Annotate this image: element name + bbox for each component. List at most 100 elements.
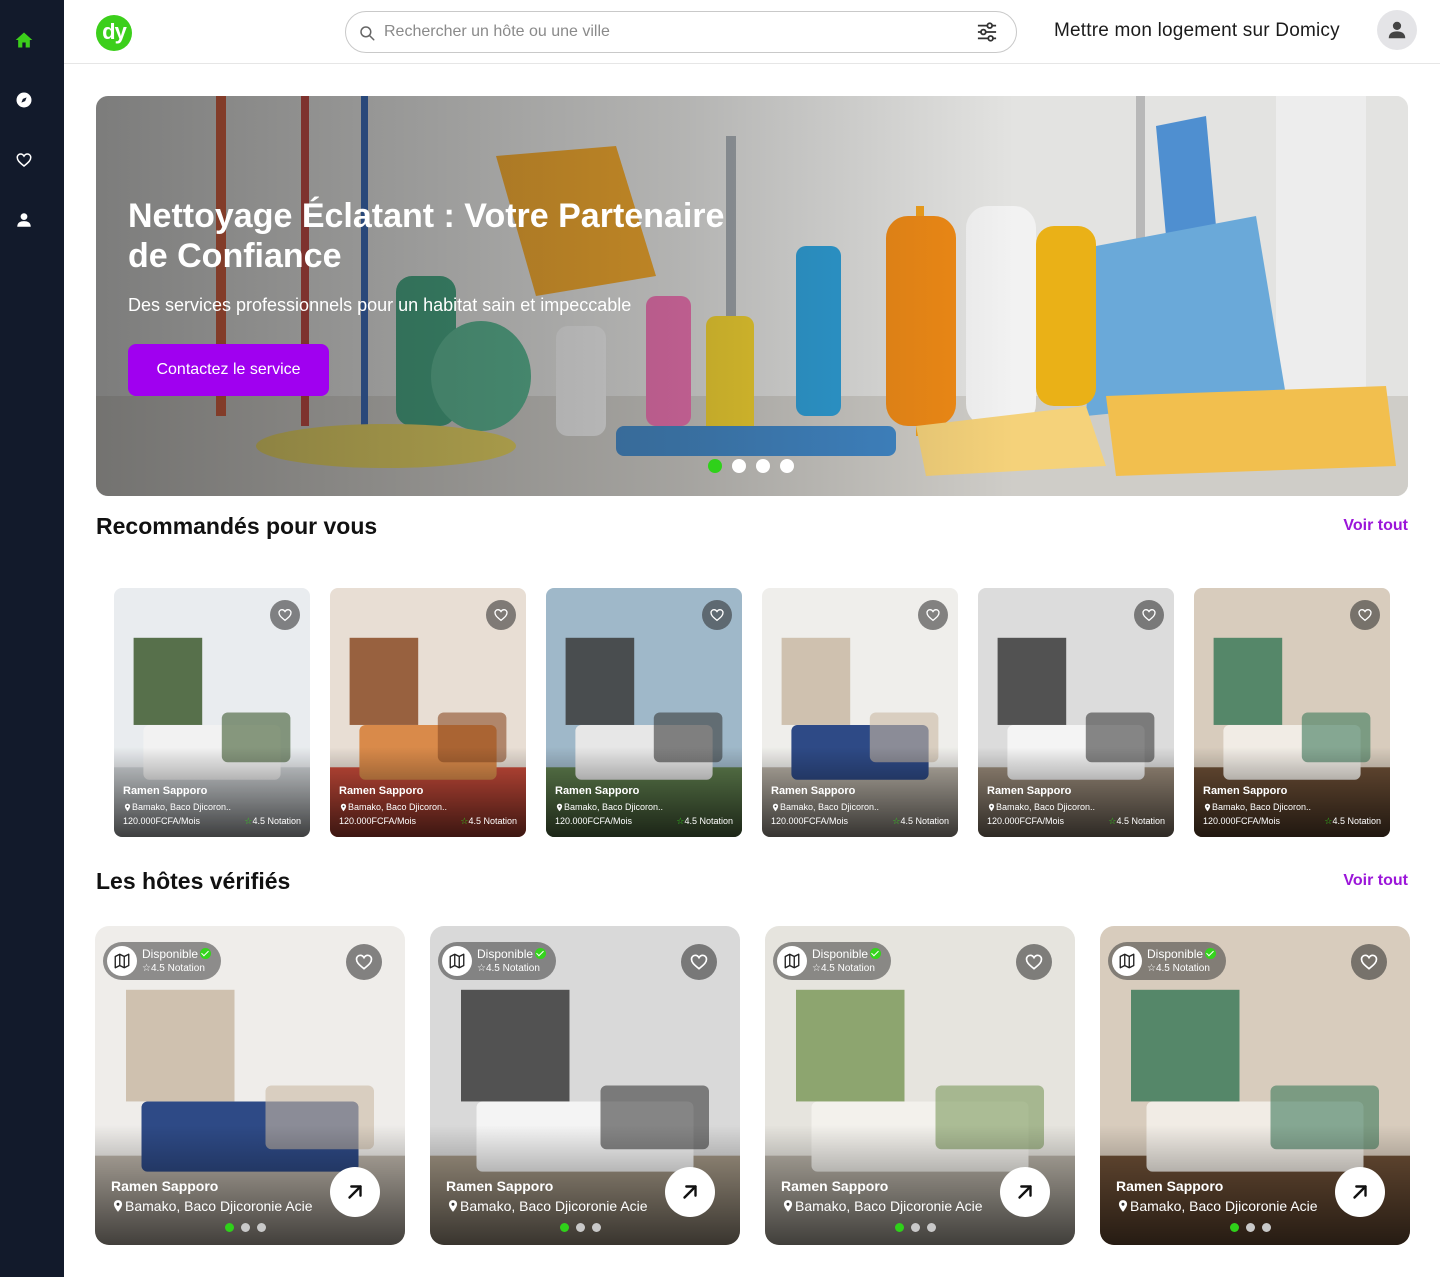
photo-dot[interactable] <box>1230 1223 1239 1232</box>
photo-dot[interactable] <box>895 1223 904 1232</box>
verified-host-card[interactable]: Disponible ☆4.5 Notation Ramen Sapporo B… <box>95 926 405 1245</box>
favorite-heart-icon[interactable] <box>1016 944 1052 980</box>
user-avatar-icon <box>1388 21 1406 39</box>
verified-hosts-see-all-link[interactable]: Voir tout <box>1343 872 1408 890</box>
card-location: Bamako, Baco Djicoron.. <box>771 802 879 812</box>
carousel-dot[interactable] <box>708 459 722 473</box>
recommended-card[interactable]: Ramen Sapporo Bamako, Baco Djicoron.. 12… <box>114 588 310 837</box>
card-location: Bamako, Baco Djicoronie Acie <box>781 1198 983 1214</box>
location-pin-icon <box>555 802 564 812</box>
hero-subtitle: Des services professionnels pour un habi… <box>128 295 632 315</box>
open-listing-button[interactable] <box>665 1167 715 1217</box>
host-rating: 4.5 Notation <box>820 963 875 974</box>
photo-dot[interactable] <box>257 1223 266 1232</box>
location-pin-icon <box>987 802 996 812</box>
location-pin-icon <box>339 802 348 812</box>
verified-hosts-section-title: Les hôtes vérifiés <box>96 868 291 894</box>
card-title: Ramen Sapporo <box>555 785 640 797</box>
favorite-heart-icon[interactable] <box>1350 600 1380 630</box>
host-rating: 4.5 Notation <box>485 963 540 974</box>
card-price: 120.000FCFA/Mois <box>771 816 849 826</box>
photo-dot[interactable] <box>241 1223 250 1232</box>
open-listing-button[interactable] <box>1335 1167 1385 1217</box>
list-property-link[interactable]: Mettre mon logement sur Domicy <box>1054 20 1340 42</box>
favorite-heart-icon[interactable] <box>1134 600 1164 630</box>
favorite-heart-icon[interactable] <box>1351 944 1387 980</box>
favorite-heart-icon[interactable] <box>681 944 717 980</box>
card-price: 120.000FCFA/Mois <box>1203 816 1281 826</box>
carousel-dot[interactable] <box>756 459 770 473</box>
recommended-card[interactable]: Ramen Sapporo Bamako, Baco Djicoron.. 12… <box>546 588 742 837</box>
favorite-heart-icon[interactable] <box>702 600 732 630</box>
map-icon[interactable] <box>1112 946 1142 976</box>
card-title: Ramen Sapporo <box>1116 1178 1224 1194</box>
card-location: Bamako, Baco Djicoronie Acie <box>111 1198 313 1214</box>
favorite-heart-icon[interactable] <box>346 944 382 980</box>
carousel-dot[interactable] <box>732 459 746 473</box>
map-icon[interactable] <box>107 946 137 976</box>
photo-dot[interactable] <box>592 1223 601 1232</box>
filter-icon[interactable] <box>976 22 998 47</box>
card-location: Bamako, Baco Djicoron.. <box>1203 802 1311 812</box>
map-icon[interactable] <box>442 946 472 976</box>
card-price: 120.000FCFA/Mois <box>987 816 1065 826</box>
heart-icon[interactable] <box>12 148 36 172</box>
verified-host-card[interactable]: Disponible ☆4.5 Notation Ramen Sapporo B… <box>430 926 740 1245</box>
availability-badge: Disponible ☆4.5 Notation <box>773 942 891 980</box>
recommended-card[interactable]: Ramen Sapporo Bamako, Baco Djicoron.. 12… <box>1194 588 1390 837</box>
search-bar[interactable] <box>345 11 1017 53</box>
search-input[interactable] <box>384 20 944 44</box>
open-listing-button[interactable] <box>330 1167 380 1217</box>
card-title: Ramen Sapporo <box>123 785 208 797</box>
recommended-card[interactable]: Ramen Sapporo Bamako, Baco Djicoron.. 12… <box>762 588 958 837</box>
arrow-up-right-icon <box>683 1185 697 1199</box>
card-title: Ramen Sapporo <box>1203 785 1288 797</box>
photo-dot[interactable] <box>1246 1223 1255 1232</box>
hero-banner: Nettoyage Éclatant : Votre Partenaire de… <box>96 96 1408 496</box>
star-icon: ☆ <box>812 963 821 974</box>
host-rating: 4.5 Notation <box>150 963 205 974</box>
photo-dot[interactable] <box>225 1223 234 1232</box>
card-title: Ramen Sapporo <box>339 785 424 797</box>
verified-check-icon <box>870 948 882 959</box>
location-pin-icon <box>446 1198 460 1214</box>
photo-dot[interactable] <box>1262 1223 1271 1232</box>
card-price: 120.000FCFA/Mois <box>339 816 417 826</box>
favorite-heart-icon[interactable] <box>486 600 516 630</box>
card-location: Bamako, Baco Djicoron.. <box>987 802 1095 812</box>
photo-dot[interactable] <box>911 1223 920 1232</box>
avatar[interactable] <box>1377 10 1417 50</box>
photo-dots <box>1230 1223 1271 1232</box>
favorite-heart-icon[interactable] <box>270 600 300 630</box>
logo[interactable]: dy <box>96 15 132 51</box>
home-icon[interactable] <box>12 28 36 52</box>
card-location: Bamako, Baco Djicoronie Acie <box>446 1198 648 1214</box>
map-icon[interactable] <box>777 946 807 976</box>
card-title: Ramen Sapporo <box>781 1178 889 1194</box>
location-pin-icon <box>771 802 780 812</box>
user-icon[interactable] <box>12 208 36 232</box>
compass-icon[interactable] <box>12 88 36 112</box>
recommended-card[interactable]: Ramen Sapporo Bamako, Baco Djicoron.. 12… <box>330 588 526 837</box>
star-icon: ☆ <box>477 963 486 974</box>
photo-dot[interactable] <box>576 1223 585 1232</box>
recommended-see-all-link[interactable]: Voir tout <box>1343 517 1408 535</box>
location-pin-icon <box>1203 802 1212 812</box>
recommended-card[interactable]: Ramen Sapporo Bamako, Baco Djicoron.. 12… <box>978 588 1174 837</box>
photo-dots <box>225 1223 266 1232</box>
card-price: 120.000FCFA/Mois <box>555 816 633 826</box>
availability-status: Disponible <box>812 947 869 961</box>
card-rating: ☆4.5 Notation <box>892 816 949 826</box>
carousel-dot[interactable] <box>780 459 794 473</box>
card-location: Bamako, Baco Djicoronie Acie <box>1116 1198 1318 1214</box>
verified-host-card[interactable]: Disponible ☆4.5 Notation Ramen Sapporo B… <box>1100 926 1410 1245</box>
verified-host-card[interactable]: Disponible ☆4.5 Notation Ramen Sapporo B… <box>765 926 1075 1245</box>
card-title: Ramen Sapporo <box>446 1178 554 1194</box>
location-pin-icon <box>111 1198 125 1214</box>
photo-dot[interactable] <box>927 1223 936 1232</box>
open-listing-button[interactable] <box>1000 1167 1050 1217</box>
photo-dot[interactable] <box>560 1223 569 1232</box>
contact-service-button[interactable]: Contactez le service <box>128 344 329 396</box>
favorite-heart-icon[interactable] <box>918 600 948 630</box>
verified-check-icon <box>200 948 212 959</box>
